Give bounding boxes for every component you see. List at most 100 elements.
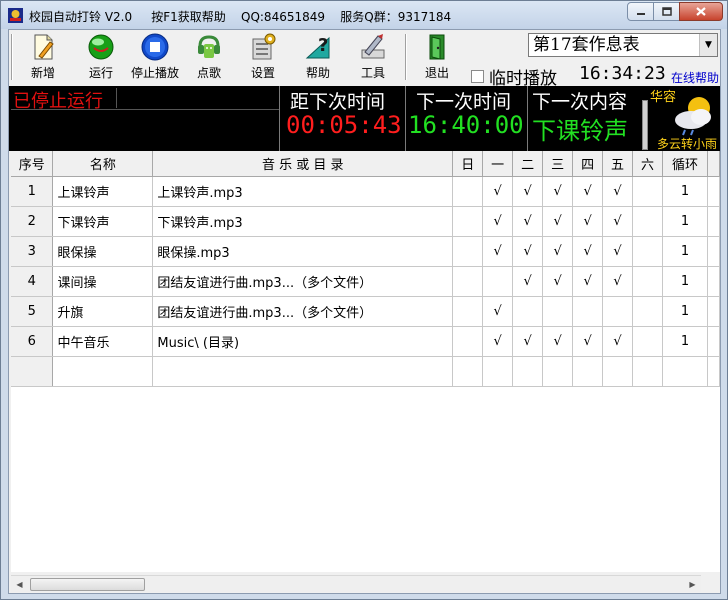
run-button[interactable]: 运行	[81, 32, 121, 84]
exit-button[interactable]: 退出	[417, 32, 457, 84]
row-number-cell[interactable]: 3	[11, 236, 54, 267]
overflow-cell[interactable]	[707, 356, 720, 387]
name-cell[interactable]: 课间操	[52, 266, 154, 297]
column-header[interactable]: 二	[512, 151, 544, 177]
overflow-cell[interactable]	[707, 176, 720, 207]
day-check-cell[interactable]: √	[542, 266, 574, 297]
music-cell[interactable]: 眼保操.mp3	[152, 236, 454, 267]
table-row[interactable]: 4 课间操 团结友谊进行曲.mp3...（多个文件） √ √ √ √ 1	[11, 266, 720, 297]
day-check-cell[interactable]	[632, 206, 664, 237]
loop-cell[interactable]: 1	[662, 236, 708, 267]
day-check-cell[interactable]: √	[572, 206, 604, 237]
name-cell[interactable]: 上课铃声	[52, 176, 154, 207]
help-button[interactable]: ? 帮助	[298, 32, 338, 84]
day-check-cell[interactable]: √	[572, 236, 604, 267]
day-check-cell[interactable]: √	[602, 206, 634, 237]
row-number-cell[interactable]: 5	[11, 296, 54, 327]
day-check-cell[interactable]	[512, 356, 544, 387]
row-number-cell[interactable]: 1	[11, 176, 54, 207]
day-check-cell[interactable]: √	[572, 266, 604, 297]
day-check-cell[interactable]	[572, 356, 604, 387]
close-button[interactable]	[679, 2, 723, 21]
row-number-cell[interactable]	[11, 356, 54, 387]
day-check-cell[interactable]: √	[512, 326, 544, 357]
column-header[interactable]: 五	[602, 151, 634, 177]
day-check-cell[interactable]: √	[542, 206, 574, 237]
size-grip[interactable]	[701, 575, 720, 592]
column-header[interactable]: 一	[482, 151, 514, 177]
schedule-select[interactable]: 第17套作息表 ▼	[528, 33, 718, 57]
chevron-down-icon[interactable]: ▼	[699, 34, 717, 56]
day-check-cell[interactable]: √	[542, 176, 574, 207]
column-header[interactable]: 三	[542, 151, 574, 177]
request-song-button[interactable]: 点歌	[189, 32, 229, 84]
day-check-cell[interactable]: √	[572, 326, 604, 357]
day-check-cell[interactable]: √	[482, 326, 514, 357]
row-number-cell[interactable]: 2	[11, 206, 54, 237]
day-check-cell[interactable]	[542, 356, 574, 387]
online-help-link[interactable]: 在线帮助	[671, 69, 719, 86]
day-check-cell[interactable]: √	[512, 176, 544, 207]
day-check-cell[interactable]: √	[602, 236, 634, 267]
loop-cell[interactable]	[662, 356, 708, 387]
day-check-cell[interactable]: √	[482, 296, 514, 327]
day-check-cell[interactable]	[632, 176, 664, 207]
overflow-cell[interactable]	[707, 296, 720, 327]
column-header[interactable]: 循环	[662, 151, 708, 177]
day-check-cell[interactable]	[452, 266, 484, 297]
day-check-cell[interactable]	[572, 296, 604, 327]
day-check-cell[interactable]	[632, 236, 664, 267]
day-check-cell[interactable]: √	[542, 236, 574, 267]
day-check-cell[interactable]	[452, 296, 484, 327]
row-number-cell[interactable]: 4	[11, 266, 54, 297]
title-bar[interactable]: 校园自动打铃 V2.0 按F1获取帮助 QQ:84651849 服务Q群：931…	[1, 1, 727, 29]
day-check-cell[interactable]	[632, 356, 664, 387]
music-cell[interactable]: 上课铃声.mp3	[152, 176, 454, 207]
column-header[interactable]: 序号	[11, 151, 54, 177]
day-check-cell[interactable]	[632, 266, 664, 297]
day-check-cell[interactable]	[602, 356, 634, 387]
column-header[interactable]: 名称	[52, 151, 154, 177]
day-check-cell[interactable]	[482, 356, 514, 387]
row-number-cell[interactable]: 6	[11, 326, 54, 357]
minimize-button[interactable]	[627, 2, 654, 21]
day-check-cell[interactable]: √	[572, 176, 604, 207]
scroll-left-arrow-icon[interactable]: ◀	[11, 576, 28, 593]
day-check-cell[interactable]: √	[602, 266, 634, 297]
overflow-cell[interactable]	[707, 266, 720, 297]
day-check-cell[interactable]: √	[602, 326, 634, 357]
music-cell[interactable]: Music\ (目录)	[152, 326, 454, 357]
day-check-cell[interactable]	[482, 266, 514, 297]
day-check-cell[interactable]: √	[482, 206, 514, 237]
music-cell[interactable]: 团结友谊进行曲.mp3...（多个文件）	[152, 266, 454, 297]
music-cell[interactable]: 团结友谊进行曲.mp3...（多个文件）	[152, 296, 454, 327]
name-cell[interactable]: 眼保操	[52, 236, 154, 267]
loop-cell[interactable]: 1	[662, 176, 708, 207]
table-row[interactable]: 6 中午音乐 Music\ (目录) √ √ √ √ √ 1	[11, 326, 720, 357]
checkbox-icon[interactable]	[471, 70, 484, 83]
day-check-cell[interactable]	[452, 206, 484, 237]
day-check-cell[interactable]	[512, 296, 544, 327]
overflow-cell[interactable]	[707, 206, 720, 237]
name-cell[interactable]: 升旗	[52, 296, 154, 327]
tools-button[interactable]: 工具	[353, 32, 393, 84]
column-header[interactable]: 四	[572, 151, 604, 177]
stop-play-button[interactable]: 停止播放	[128, 32, 182, 84]
horizontal-scrollbar[interactable]: ◀ ▶	[11, 575, 701, 592]
day-check-cell[interactable]	[452, 176, 484, 207]
loop-cell[interactable]: 1	[662, 326, 708, 357]
column-header[interactable]: 六	[632, 151, 664, 177]
new-button[interactable]: 新增	[23, 32, 63, 84]
loop-cell[interactable]: 1	[662, 296, 708, 327]
day-check-cell[interactable]	[602, 296, 634, 327]
scroll-right-arrow-icon[interactable]: ▶	[684, 576, 701, 593]
day-check-cell[interactable]: √	[512, 206, 544, 237]
overflow-cell[interactable]	[707, 236, 720, 267]
day-check-cell[interactable]: √	[602, 176, 634, 207]
table-row[interactable]	[11, 356, 720, 387]
name-cell[interactable]: 中午音乐	[52, 326, 154, 357]
day-check-cell[interactable]	[452, 326, 484, 357]
column-header[interactable]: 音 乐 或 目 录	[152, 151, 454, 177]
column-header[interactable]: 日	[452, 151, 484, 177]
day-check-cell[interactable]	[632, 326, 664, 357]
